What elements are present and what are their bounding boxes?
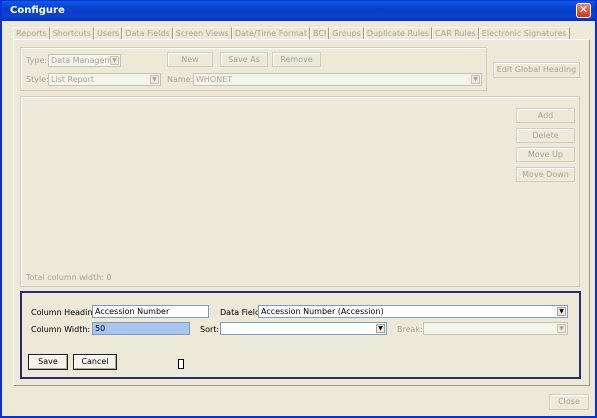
break-label: Break: (397, 325, 423, 334)
column-heading-label: Column Heading: (31, 308, 101, 317)
style-select[interactable]: List Report ▼ (48, 73, 161, 86)
chevron-down-icon: ▼ (471, 75, 480, 84)
window-title: Configure (10, 5, 65, 16)
name-label: Name: (167, 75, 194, 84)
columns-group (20, 96, 580, 287)
delete-column-button[interactable]: Delete (516, 128, 575, 143)
move-down-button[interactable]: Move Down (516, 167, 575, 182)
data-field-select-value: Accession Number (Accession) (261, 307, 384, 316)
chevron-down-icon: ▼ (376, 324, 385, 333)
close-button[interactable]: Close (549, 394, 589, 410)
chevron-down-icon: ▼ (110, 56, 119, 65)
break-select[interactable]: ▼ (423, 322, 568, 335)
column-width-input[interactable]: 50 (92, 322, 190, 335)
edit-global-heading-button[interactable]: Edit Global Heading (493, 62, 580, 78)
cancel-button[interactable]: Cancel (73, 354, 117, 370)
title-bar: Configure ✕ (2, 1, 595, 21)
remove-button[interactable]: Remove (272, 52, 321, 67)
sort-label: Sort: (200, 325, 220, 334)
chevron-down-icon: ▼ (557, 307, 566, 316)
add-column-button[interactable]: Add (516, 108, 575, 123)
total-column-width: Total column width: 0 (26, 273, 112, 282)
close-window-icon[interactable]: ✕ (576, 3, 591, 18)
chevron-down-icon: ▼ (557, 324, 566, 333)
type-label: Type: (26, 56, 48, 65)
data-field-label: Data Field: (220, 308, 263, 317)
type-select[interactable]: Data Management ▼ (48, 54, 121, 67)
configure-window: Configure ✕ Reports Shortcuts Users Data Fi… (0, 0, 597, 418)
save-as-button[interactable]: Save As (220, 52, 268, 67)
name-select[interactable]: WHONET ▼ (193, 73, 482, 86)
cursor-indicator (178, 359, 184, 369)
data-field-select[interactable]: Accession Number (Accession) ▼ (258, 305, 568, 318)
column-width-label: Column Width: (31, 325, 91, 334)
column-heading-input[interactable]: Accession Number (92, 305, 209, 318)
style-label: Style: (26, 75, 49, 84)
new-button[interactable]: New (167, 52, 213, 67)
style-select-value: List Report (51, 75, 95, 84)
sort-select[interactable]: ▼ (220, 322, 387, 335)
save-button[interactable]: Save (28, 354, 68, 370)
move-up-button[interactable]: Move Up (516, 147, 575, 162)
chevron-down-icon: ▼ (150, 75, 159, 84)
name-select-value: WHONET (196, 75, 233, 84)
